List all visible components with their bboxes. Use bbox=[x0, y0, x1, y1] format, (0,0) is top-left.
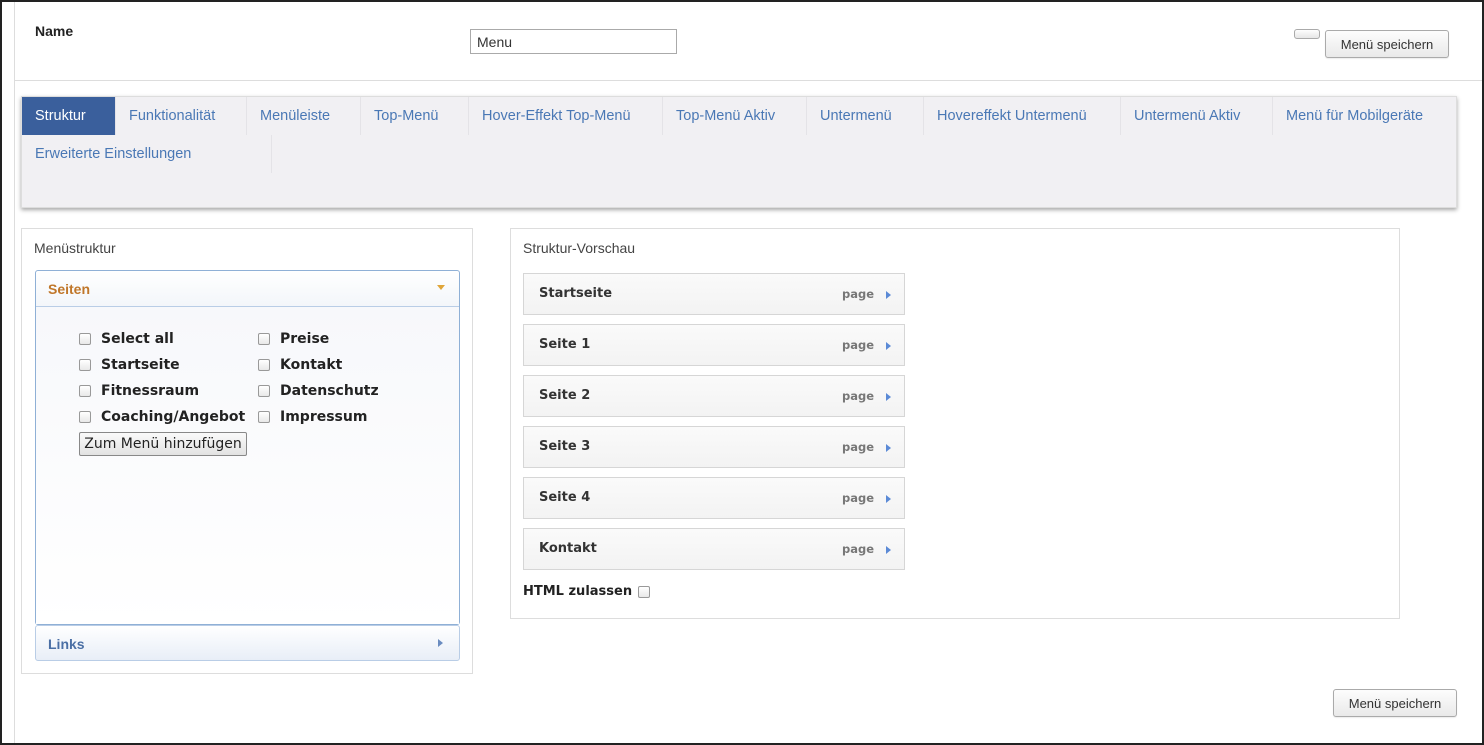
expand-arrow-icon[interactable] bbox=[886, 546, 891, 554]
checkbox-icon[interactable] bbox=[258, 333, 270, 345]
tab-bar: Struktur Funktionalität Menüleiste Top-M… bbox=[21, 96, 1457, 208]
checkbox-preise[interactable]: Preise bbox=[258, 331, 329, 347]
checkbox-icon[interactable] bbox=[79, 359, 91, 371]
small-action-button[interactable] bbox=[1294, 29, 1320, 39]
tab-erweiterte-einstellungen[interactable]: Erweiterte Einstellungen bbox=[22, 135, 272, 173]
save-menu-button-top[interactable]: Menü speichern bbox=[1325, 30, 1449, 58]
tab-top-menue-aktiv[interactable]: Top-Menü Aktiv bbox=[663, 97, 807, 135]
expand-arrow-icon[interactable] bbox=[886, 393, 891, 401]
preview-item-label: Startseite bbox=[539, 286, 613, 301]
checkbox-impressum[interactable]: Impressum bbox=[258, 409, 367, 425]
allow-html-label: HTML zulassen bbox=[523, 584, 633, 599]
links-accordion-title: Links bbox=[48, 636, 85, 652]
allow-html-checkbox[interactable] bbox=[638, 585, 651, 598]
preview-item-label: Kontakt bbox=[539, 541, 597, 556]
checkbox-startseite[interactable]: Startseite bbox=[79, 357, 180, 373]
preview-item-type: page bbox=[841, 491, 874, 505]
tab-hover-effekt-top-menue[interactable]: Hover-Effekt Top-Menü bbox=[469, 97, 663, 135]
preview-item[interactable]: Seite 4 page bbox=[523, 477, 905, 519]
checkbox-kontakt[interactable]: Kontakt bbox=[258, 357, 342, 373]
save-menu-button-bottom[interactable]: Menü speichern bbox=[1333, 689, 1457, 717]
menu-name-input[interactable] bbox=[470, 29, 677, 54]
expand-arrow-icon[interactable] bbox=[886, 444, 891, 452]
preview-item-type: page bbox=[841, 440, 874, 454]
window-frame: Name Menü speichern Struktur Funktionali… bbox=[0, 0, 1484, 745]
preview-item-label: Seite 3 bbox=[539, 439, 591, 454]
preview-item-label: Seite 4 bbox=[539, 490, 591, 505]
expand-arrow-icon[interactable] bbox=[886, 291, 891, 299]
checkbox-icon[interactable] bbox=[79, 333, 91, 345]
tab-untermenue[interactable]: Untermenü bbox=[807, 97, 924, 135]
add-to-menu-button[interactable]: Zum Menü hinzufügen bbox=[79, 432, 247, 456]
tab-untermenue-aktiv[interactable]: Untermenü Aktiv bbox=[1121, 97, 1273, 135]
pages-accordion-header[interactable]: Seiten bbox=[36, 271, 459, 307]
tab-funktionalitaet[interactable]: Funktionalität bbox=[116, 97, 247, 135]
preview-item[interactable]: Startseite page bbox=[523, 273, 905, 315]
name-label: Name bbox=[35, 23, 74, 39]
menu-structure-title: Menüstruktur bbox=[34, 240, 116, 256]
checkbox-select-all[interactable]: Select all bbox=[79, 331, 174, 347]
checkbox-datenschutz[interactable]: Datenschutz bbox=[258, 383, 379, 399]
pages-accordion-body: Select all Startseite Fitnessraum Coachi… bbox=[36, 307, 459, 624]
expand-arrow-icon[interactable] bbox=[886, 495, 891, 503]
allow-html-toggle[interactable]: HTML zulassen bbox=[523, 584, 651, 599]
checkbox-icon[interactable] bbox=[258, 411, 270, 423]
header-divider bbox=[14, 80, 1482, 81]
links-accordion-header[interactable]: Links bbox=[35, 625, 460, 661]
tab-menue-mobilgeraete[interactable]: Menü für Mobilgeräte bbox=[1273, 97, 1443, 135]
tab-menueleiste[interactable]: Menüleiste bbox=[247, 97, 361, 135]
checkbox-icon[interactable] bbox=[79, 411, 91, 423]
preview-item-label: Seite 1 bbox=[539, 337, 591, 352]
preview-item-type: page bbox=[841, 542, 874, 556]
chevron-right-icon bbox=[438, 639, 443, 647]
structure-preview-title: Struktur-Vorschau bbox=[523, 240, 636, 256]
checkbox-icon[interactable] bbox=[258, 359, 270, 371]
chevron-down-icon bbox=[437, 285, 445, 290]
preview-item[interactable]: Seite 3 page bbox=[523, 426, 905, 468]
preview-item-type: page bbox=[841, 287, 874, 301]
checkbox-coaching-angebot[interactable]: Coaching/Angebot bbox=[79, 409, 245, 425]
preview-item-type: page bbox=[841, 389, 874, 403]
preview-item-label: Seite 2 bbox=[539, 388, 591, 403]
expand-arrow-icon[interactable] bbox=[886, 342, 891, 350]
pages-accordion-title: Seiten bbox=[48, 281, 91, 297]
checkbox-fitnessraum[interactable]: Fitnessraum bbox=[79, 383, 199, 399]
tab-struktur[interactable]: Struktur bbox=[22, 97, 116, 135]
preview-item[interactable]: Kontakt page bbox=[523, 528, 905, 570]
checkbox-icon[interactable] bbox=[258, 385, 270, 397]
pages-accordion: Seiten Select all Startseite Fitnessraum… bbox=[35, 270, 460, 625]
preview-item-type: page bbox=[841, 338, 874, 352]
tab-hovereffekt-untermenue[interactable]: Hovereffekt Untermenü bbox=[924, 97, 1121, 135]
preview-item[interactable]: Seite 1 page bbox=[523, 324, 905, 366]
checkbox-icon[interactable] bbox=[79, 385, 91, 397]
structure-preview-panel: Struktur-Vorschau Startseite page Seite … bbox=[510, 228, 1400, 619]
menu-structure-panel: Menüstruktur Seiten Select all Startseit… bbox=[21, 228, 473, 674]
preview-item[interactable]: Seite 2 page bbox=[523, 375, 905, 417]
tab-top-menue[interactable]: Top-Menü bbox=[361, 97, 469, 135]
